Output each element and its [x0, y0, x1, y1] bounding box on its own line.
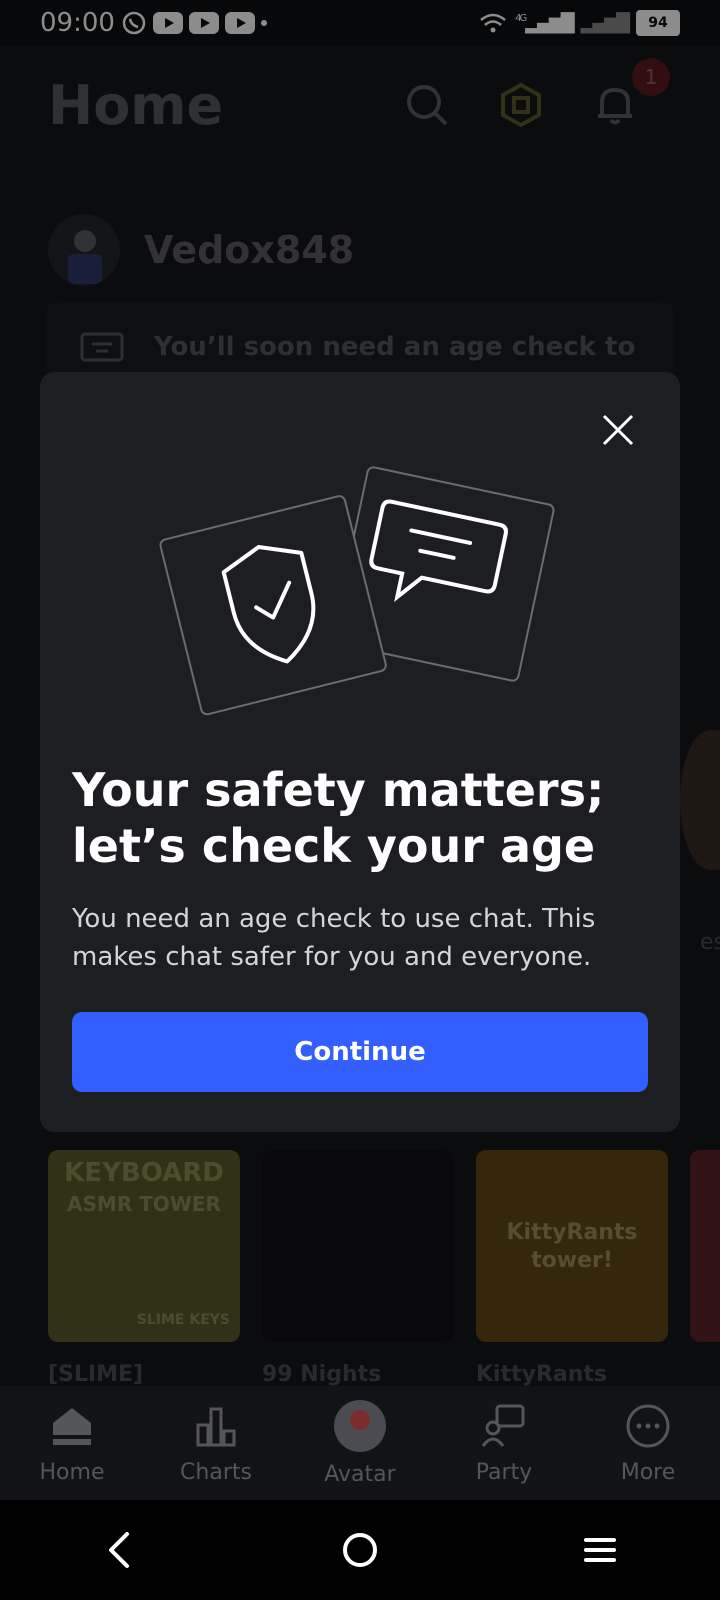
nav-item-party[interactable]: Party — [444, 1402, 564, 1485]
nav-label: Charts — [180, 1459, 252, 1485]
charts-icon — [192, 1402, 240, 1450]
nav-item-charts[interactable]: Charts — [156, 1402, 276, 1485]
home-button-icon[interactable] — [330, 1520, 390, 1580]
age-check-modal: Your safety matters; let’s check your ag… — [40, 372, 680, 1132]
close-icon[interactable] — [600, 412, 636, 448]
system-nav — [0, 1500, 720, 1600]
bottom-nav: Home Charts Avatar Party More — [0, 1386, 720, 1500]
nav-item-more[interactable]: More — [588, 1402, 708, 1485]
modal-title: Your safety matters; let’s check your ag… — [72, 762, 648, 874]
modal-title-line: Your safety matters; — [72, 763, 605, 817]
nav-item-home[interactable]: Home — [12, 1402, 132, 1485]
nav-label: Party — [475, 1459, 533, 1485]
nav-label: Avatar — [324, 1461, 396, 1487]
back-icon[interactable] — [90, 1520, 150, 1580]
party-icon — [480, 1402, 528, 1450]
continue-button[interactable]: Continue — [72, 1012, 648, 1092]
nav-label: Home — [39, 1459, 105, 1485]
home-icon — [48, 1402, 96, 1450]
nav-item-avatar[interactable]: Avatar — [300, 1399, 420, 1487]
more-icon — [624, 1402, 672, 1450]
nav-label: More — [620, 1459, 676, 1485]
shield-card-icon — [159, 495, 387, 716]
modal-body: You need an age check to use chat. This … — [72, 904, 596, 972]
avatar-icon — [334, 1399, 386, 1452]
modal-title-line: let’s check your age — [72, 819, 596, 873]
menu-icon[interactable] — [570, 1520, 630, 1580]
safety-illustration — [159, 466, 555, 716]
